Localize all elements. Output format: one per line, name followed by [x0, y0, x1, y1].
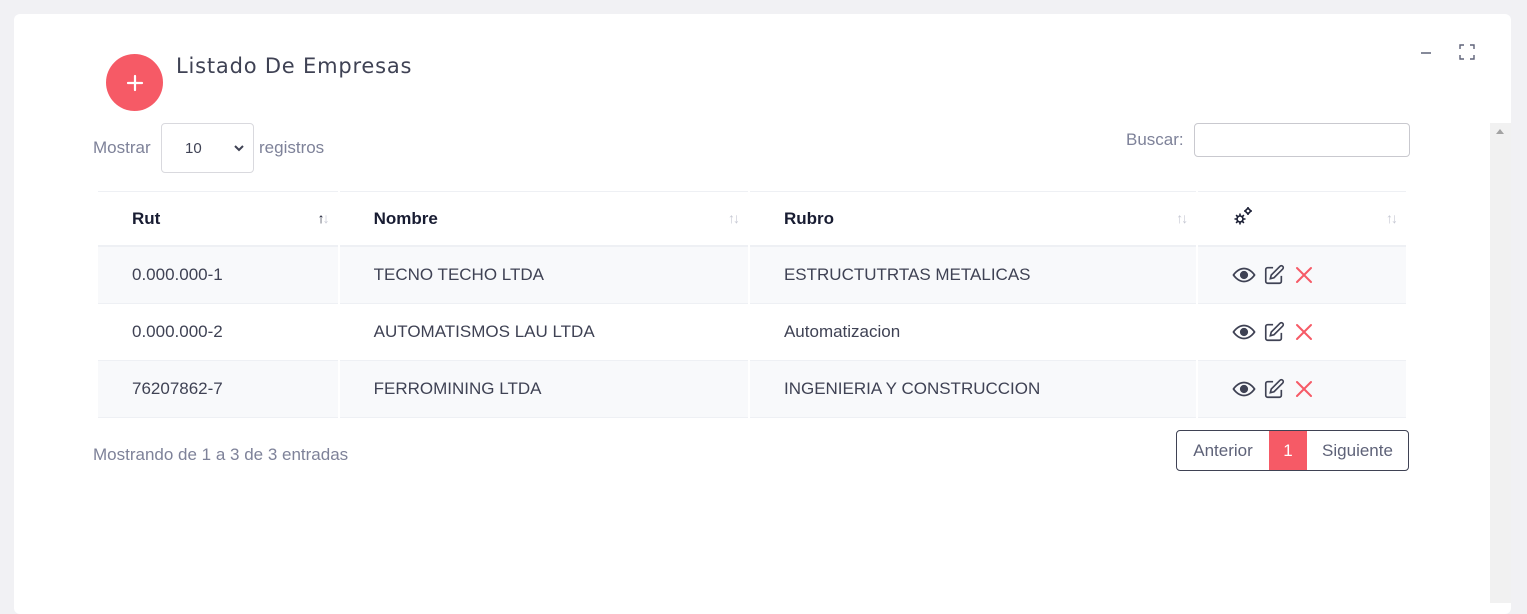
scroll-up-icon[interactable]	[1496, 129, 1504, 134]
table-row: 0.000.000-2 AUTOMATISMOS LAU LTDA Automa…	[98, 304, 1406, 361]
fullscreen-icon[interactable]	[1457, 42, 1477, 62]
show-label: Mostrar	[93, 138, 151, 157]
eye-icon[interactable]	[1232, 263, 1256, 287]
delete-icon[interactable]	[1292, 263, 1316, 287]
chevron-down-icon	[234, 145, 244, 152]
cell-rubro: ESTRUCTUTRTAS METALICAS	[749, 247, 1197, 304]
prev-page-button[interactable]: Anterior	[1177, 431, 1269, 470]
cell-nombre: FERROMINING LTDA	[339, 361, 748, 418]
sort-asc-icon[interactable]: ↑↓	[318, 210, 330, 226]
page-1-button[interactable]: 1	[1269, 431, 1307, 470]
minimize-icon[interactable]	[1416, 42, 1436, 62]
column-header-rut[interactable]: Rut ↑↓	[98, 191, 338, 247]
cell-nombre: TECNO TECHO LTDA	[339, 247, 748, 304]
column-header-actions[interactable]: ↑↓	[1198, 191, 1406, 247]
cell-rut: 0.000.000-2	[98, 304, 338, 361]
plus-icon	[126, 74, 143, 91]
gears-icon	[1234, 207, 1253, 225]
edit-icon[interactable]	[1262, 320, 1286, 344]
delete-icon[interactable]	[1292, 377, 1316, 401]
search-input[interactable]	[1194, 123, 1410, 157]
cell-rubro: Automatizacion	[749, 304, 1197, 361]
page-size-value: 10	[185, 139, 202, 157]
search-label: Buscar:	[1126, 130, 1184, 149]
cell-rubro: INGENIERIA Y CONSTRUCCION	[749, 361, 1197, 418]
eye-icon[interactable]	[1232, 377, 1256, 401]
edit-icon[interactable]	[1262, 263, 1286, 287]
table-info: Mostrando de 1 a 3 de 3 entradas	[93, 445, 349, 464]
cell-rut: 76207862-7	[98, 361, 338, 418]
delete-icon[interactable]	[1292, 320, 1316, 344]
sort-icon[interactable]: ↑↓	[728, 210, 740, 226]
cell-rut: 0.000.000-1	[98, 247, 338, 304]
sort-icon[interactable]: ↑↓	[1176, 210, 1188, 226]
cell-actions	[1198, 247, 1406, 304]
page-title: Listado De Empresas	[176, 54, 413, 78]
scrollbar[interactable]	[1490, 123, 1511, 603]
eye-icon[interactable]	[1232, 320, 1256, 344]
records-label: registros	[259, 138, 325, 157]
column-header-nombre[interactable]: Nombre ↑↓	[339, 191, 748, 247]
sort-icon[interactable]: ↑↓	[1386, 210, 1398, 226]
cell-nombre: AUTOMATISMOS LAU LTDA	[339, 304, 748, 361]
table-row: 0.000.000-1 TECNO TECHO LTDA ESTRUCTUTRT…	[98, 247, 1406, 304]
add-company-button[interactable]	[106, 54, 163, 111]
cell-actions	[1198, 361, 1406, 418]
pagination: Anterior 1 Siguiente	[1176, 430, 1409, 471]
companies-table: Rut ↑↓ Nombre ↑↓ Rubro ↑↓ ↑↓ 0.000.000-1	[96, 191, 1408, 418]
table-row: 76207862-7 FERROMINING LTDA INGENIERIA Y…	[98, 361, 1406, 418]
edit-icon[interactable]	[1262, 377, 1286, 401]
page-size-select[interactable]: 10	[161, 123, 254, 173]
next-page-button[interactable]: Siguiente	[1307, 431, 1408, 470]
column-header-rubro[interactable]: Rubro ↑↓	[749, 191, 1197, 247]
cell-actions	[1198, 304, 1406, 361]
